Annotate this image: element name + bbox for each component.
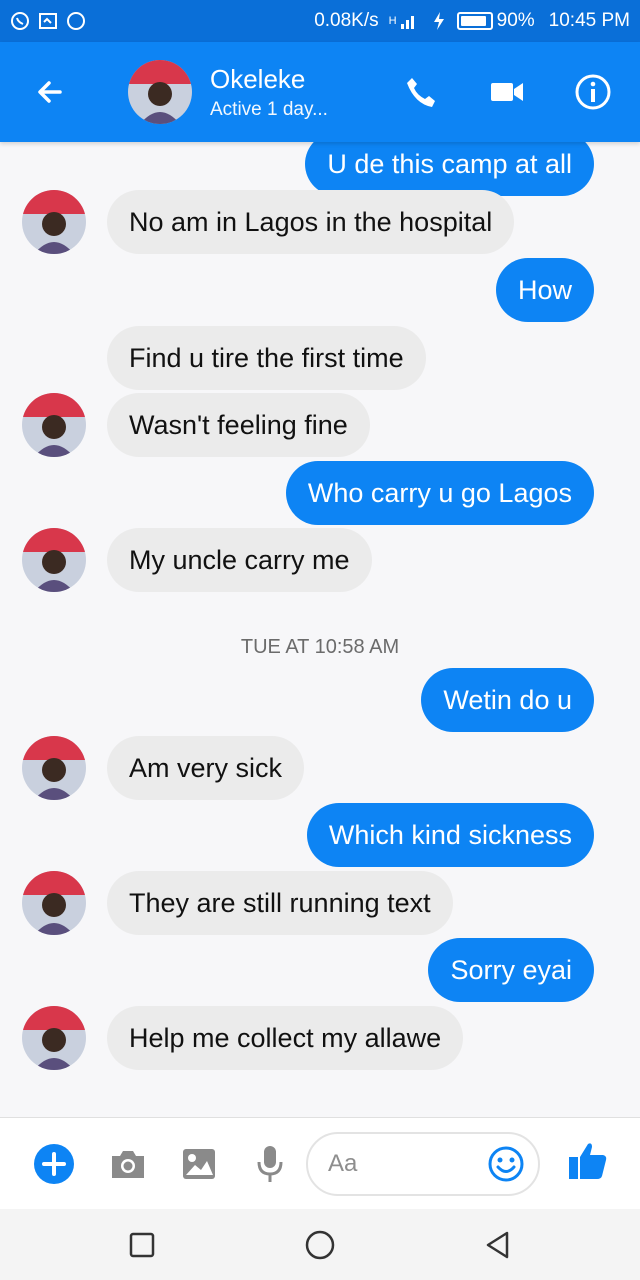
- screenshot-icon: [38, 11, 58, 31]
- sender-avatar[interactable]: [22, 190, 86, 254]
- sender-avatar[interactable]: [22, 1006, 86, 1070]
- back-arrow-icon: [38, 81, 62, 103]
- voice-call-button[interactable]: [398, 69, 444, 115]
- message-row-incoming: Find u tire the first time: [0, 326, 640, 392]
- outgoing-message[interactable]: Wetin do u: [421, 668, 594, 732]
- status-notifications: [10, 11, 86, 31]
- timestamp-divider: TUE AT 10:58 AM: [240, 636, 400, 658]
- home-icon: [305, 1230, 335, 1260]
- clock: 10:45 PM: [548, 10, 630, 31]
- network-type: H: [388, 15, 397, 27]
- emoji-icon: [488, 1146, 524, 1182]
- camera-icon: [112, 1151, 144, 1178]
- message-row-outgoing: Who carry u go Lagos: [0, 461, 640, 527]
- message-row-incoming: My uncle carry me: [0, 528, 640, 594]
- more-actions-button[interactable]: [32, 1142, 76, 1186]
- chat-icon: [66, 11, 86, 31]
- recent-apps-icon: [129, 1232, 155, 1258]
- info-button[interactable]: [570, 69, 616, 115]
- back-button[interactable]: [0, 42, 100, 142]
- recent-apps-button[interactable]: [124, 1227, 160, 1263]
- home-button[interactable]: [302, 1227, 338, 1263]
- outgoing-message[interactable]: How: [495, 258, 594, 322]
- message-row-incoming: Wasn't feeling fine: [0, 393, 640, 459]
- microphone-icon: [257, 1146, 283, 1182]
- contact-name: Okeleke: [210, 63, 306, 94]
- conversation-header: Okeleke Active 1 day...: [0, 42, 640, 142]
- battery-percent: 90%: [496, 10, 535, 31]
- like-button[interactable]: [566, 1138, 610, 1182]
- incoming-message[interactable]: They are still running text: [107, 871, 453, 935]
- system-navigation-bar: [0, 1209, 640, 1280]
- sender-avatar[interactable]: [22, 393, 86, 457]
- outgoing-message[interactable]: Who carry u go Lagos: [285, 461, 594, 525]
- incoming-message[interactable]: No am in Lagos in the hospital: [107, 190, 515, 254]
- outgoing-message[interactable]: Sorry eyai: [428, 938, 594, 1002]
- message-input[interactable]: Aa: [306, 1132, 540, 1196]
- header-actions: [398, 69, 640, 115]
- back-icon: [486, 1231, 509, 1259]
- video-icon: [491, 83, 523, 101]
- emoji-button[interactable]: [486, 1144, 526, 1184]
- message-row-outgoing: How: [0, 258, 640, 324]
- contact-info[interactable]: Okeleke Active 1 day...: [210, 64, 328, 121]
- message-row-outgoing: Which kind sickness: [0, 803, 640, 869]
- status-system: 0.08K/s H 90% 10:45 PM: [314, 10, 630, 32]
- gallery-button[interactable]: [177, 1142, 221, 1186]
- message-row-incoming: Help me collect my allawe: [0, 1006, 640, 1072]
- message-row-outgoing: Wetin do u: [0, 668, 640, 734]
- sender-avatar[interactable]: [22, 871, 86, 935]
- outgoing-message[interactable]: Which kind sickness: [306, 803, 594, 867]
- contact-status: Active 1 day...: [210, 98, 328, 120]
- status-bar: 0.08K/s H 90% 10:45 PM: [0, 0, 640, 42]
- message-row-incoming: Am very sick: [0, 736, 640, 802]
- image-icon: [183, 1149, 215, 1179]
- message-row-incoming: No am in Lagos in the hospital: [0, 190, 640, 256]
- phone-icon: [407, 78, 435, 107]
- charging-icon: [429, 11, 449, 31]
- composer-bar: Aa: [0, 1117, 640, 1209]
- signal-icon: H: [387, 11, 421, 31]
- sender-avatar[interactable]: [22, 736, 86, 800]
- incoming-message[interactable]: Wasn't feeling fine: [107, 393, 370, 457]
- network-speed: 0.08K/s: [314, 10, 379, 31]
- incoming-message[interactable]: Help me collect my allawe: [107, 1006, 464, 1070]
- message-input-placeholder: Aa: [328, 1150, 358, 1177]
- plus-icon: [34, 1144, 74, 1184]
- camera-button[interactable]: [106, 1142, 150, 1186]
- incoming-message[interactable]: Find u tire the first time: [107, 326, 426, 390]
- voice-message-button[interactable]: [248, 1142, 292, 1186]
- incoming-message[interactable]: Am very sick: [107, 736, 305, 800]
- sender-avatar[interactable]: [22, 528, 86, 592]
- info-icon: [575, 74, 611, 110]
- contact-avatar[interactable]: [128, 60, 192, 124]
- system-back-button[interactable]: [480, 1227, 516, 1263]
- outgoing-message[interactable]: U de this camp at all: [305, 142, 594, 196]
- message-row-outgoing: Sorry eyai: [0, 938, 640, 1004]
- message-row-incoming: They are still running text: [0, 871, 640, 937]
- battery-icon: [456, 12, 493, 30]
- incoming-message[interactable]: My uncle carry me: [107, 528, 372, 592]
- message-list[interactable]: U de this camp at all No am in Lagos in …: [0, 142, 640, 1117]
- video-call-button[interactable]: [484, 69, 530, 115]
- whatsapp-icon: [10, 11, 30, 31]
- thumbs-up-icon: [569, 1143, 607, 1179]
